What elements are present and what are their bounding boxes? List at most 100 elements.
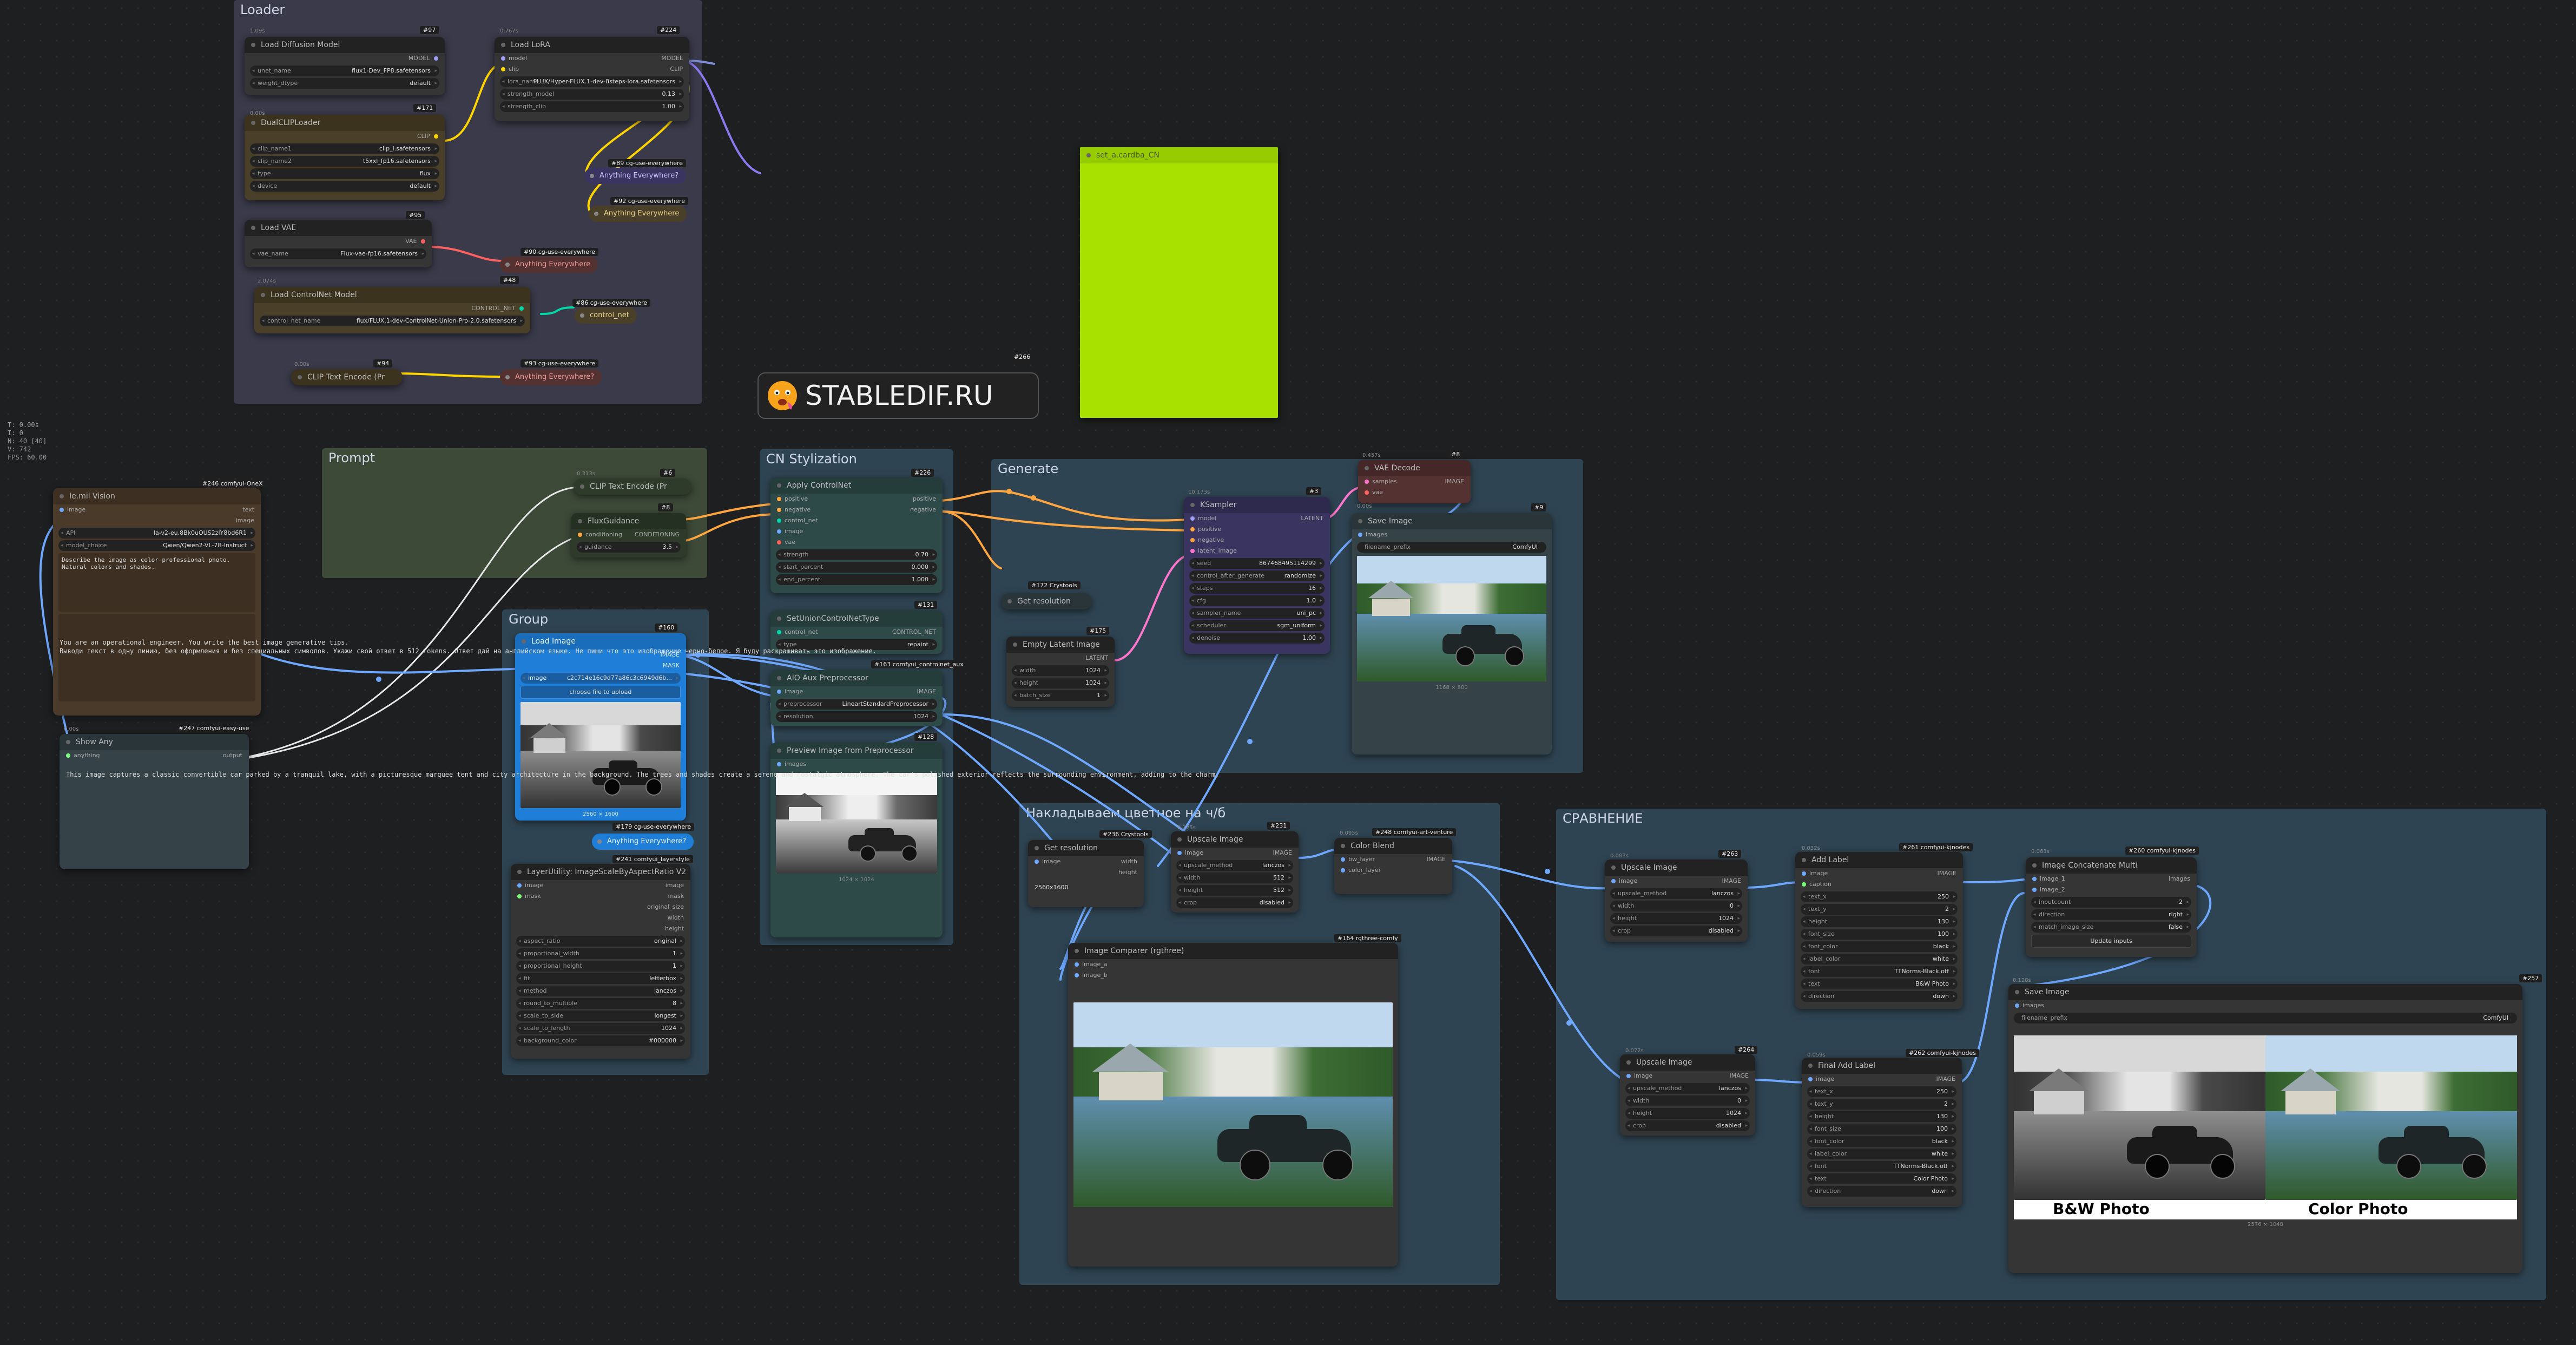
- widget-text[interactable]: text Color Photo: [1807, 1173, 1956, 1184]
- widget-height[interactable]: height 1024: [1012, 678, 1109, 688]
- widget-proportional-width[interactable]: proportional_width 1: [516, 948, 685, 959]
- slot-image[interactable]: image IMAGE: [1795, 868, 1963, 879]
- node-load-vae[interactable]: Load VAE VAE vae_name Flux-vae-fp16.safet…: [245, 220, 432, 267]
- slot-caption[interactable]: caption: [1795, 879, 1963, 890]
- widget-upscale-method[interactable]: upscale_method lanczos: [1625, 1083, 1750, 1094]
- input-bw-image[interactable]: [521, 702, 681, 808]
- widget-clip-name2[interactable]: clip_name2 t5xxl_fp16.safetensors: [250, 156, 439, 167]
- slot-image[interactable]: image IMAGE: [1620, 1071, 1755, 1081]
- lineart-preview-image[interactable]: [776, 773, 937, 874]
- widget-height[interactable]: height 512: [1176, 885, 1293, 896]
- output-clip[interactable]: CLIP: [245, 131, 445, 142]
- node-load-lora[interactable]: Load LoRA model MODEL clip CLIP lora_nameF…: [495, 37, 689, 121]
- widget-cfg[interactable]: cfg 1.0: [1189, 595, 1325, 606]
- slot-negative[interactable]: negative negative: [770, 504, 943, 515]
- node-dualcliploader[interactable]: DualCLIPLoader CLIP clip_name1 clip_l.saf…: [245, 115, 445, 200]
- node-clip-text-encode-positive[interactable]: CLIP Text Encode (Pr: [574, 478, 691, 495]
- choose-file-button[interactable]: choose file to upload: [521, 686, 681, 699]
- node-aio-aux-preprocessor[interactable]: AIO Aux Preprocessor image IMAGE preproce…: [770, 670, 943, 726]
- slot-image-2[interactable]: image_2: [2026, 884, 2197, 895]
- node-green-setter[interactable]: set_a.cardba_CN: [1080, 147, 1278, 418]
- slot-image[interactable]: image IMAGE: [1605, 876, 1748, 887]
- widget-seed[interactable]: seed 867468495114299: [1189, 558, 1325, 569]
- slot-bw-layer[interactable]: bw_layer IMAGE: [1334, 854, 1452, 865]
- widget-font[interactable]: font TTNorms-Black.otf: [1807, 1161, 1956, 1172]
- node-image-comparer[interactable]: Image Comparer (rgthree) image_a image_b: [1068, 943, 1398, 1267]
- node-clip-text-encode-negative[interactable]: CLIP Text Encode (Pr: [291, 369, 403, 385]
- node-anything-everywhere[interactable]: Anything Everywhere?: [584, 168, 687, 184]
- node-save-image[interactable]: Save Image images filename_prefix ComfyUI…: [1352, 513, 1552, 754]
- node-color-blend[interactable]: Color Blend bw_layer IMAGE color_layer: [1334, 838, 1452, 894]
- widget-match-image-size[interactable]: match_image_size false: [2031, 922, 2191, 933]
- slot-image[interactable]: image width: [1028, 856, 1144, 867]
- widget-height[interactable]: height 130: [1807, 1111, 1956, 1122]
- slot-image-a[interactable]: image_a: [1068, 959, 1398, 970]
- widget-width[interactable]: width 1024: [1012, 665, 1109, 676]
- node-apply-controlnet[interactable]: Apply ControlNet positive positive negati…: [770, 477, 943, 593]
- widget-batch-size[interactable]: batch_size 1: [1012, 690, 1109, 701]
- widget-direction[interactable]: direction right: [2031, 909, 2191, 920]
- slot-output-image[interactable]: image: [53, 515, 261, 526]
- widget-steps[interactable]: steps 16: [1189, 583, 1325, 594]
- node-upscale-image-overlay[interactable]: Upscale Image image IMAGE upscale_method l…: [1171, 831, 1299, 913]
- output-height[interactable]: height: [1028, 867, 1144, 878]
- widget-aspect-ratio[interactable]: aspect_ratio original: [516, 936, 685, 947]
- widget-device[interactable]: device default: [250, 181, 439, 192]
- slot-control-net[interactable]: control_net CONTROL_NET: [770, 627, 943, 638]
- widget-scheduler[interactable]: scheduler sgm_uniform: [1189, 620, 1325, 631]
- slot-anything[interactable]: anything output: [60, 750, 249, 761]
- widget-image-file[interactable]: image c2c714e16c9d77a86c3c6949d6b...: [521, 673, 681, 684]
- node-get-resolution[interactable]: Get resolution: [1001, 593, 1092, 609]
- slot-image-b[interactable]: image_b: [1068, 970, 1398, 981]
- node-upscale-image-bw[interactable]: Upscale Image image IMAGE upscale_method l…: [1605, 860, 1748, 942]
- widget-sampler-name[interactable]: sampler_name uni_pc: [1189, 608, 1325, 619]
- widget-strength[interactable]: strength 0.70: [776, 549, 937, 560]
- slot-images[interactable]: images: [2008, 1000, 2522, 1011]
- widget-crop[interactable]: crop disabled: [1176, 897, 1293, 908]
- node-control-net-everywhere[interactable]: control_net: [575, 307, 637, 324]
- widget-height[interactable]: height 1024: [1625, 1108, 1750, 1119]
- comparison-output[interactable]: B&W Photo Color Photo: [2014, 1035, 2517, 1219]
- node-show-any[interactable]: Show Any anything output: [60, 734, 249, 869]
- node-final-add-label[interactable]: Final Add Label imageIMAGE text_x250text…: [1802, 1058, 1962, 1207]
- slot-vae[interactable]: vae: [1358, 487, 1471, 498]
- system-prompt-textarea[interactable]: [58, 614, 255, 701]
- slot-images[interactable]: images: [1352, 529, 1552, 540]
- widget-type[interactable]: type flux: [250, 168, 439, 179]
- comparer-image[interactable]: [1073, 1002, 1393, 1207]
- node-upscale-image-color[interactable]: Upscale Image image IMAGE upscale_method l…: [1620, 1054, 1755, 1136]
- slot-image[interactable]: image IMAGE: [770, 686, 943, 697]
- slot-image-1[interactable]: image_1 images: [2026, 874, 2197, 884]
- node-add-label-bw[interactable]: Add Label imageIMAGE caption text_x250te…: [1795, 852, 1963, 1009]
- output-original-size[interactable]: original_size: [511, 902, 690, 913]
- widget-font-size[interactable]: font_size 100: [1807, 1124, 1956, 1134]
- slot-negative[interactable]: negative: [1184, 535, 1330, 546]
- slot-conditioning[interactable]: conditioning CONDITIONING: [571, 529, 686, 540]
- widget-method[interactable]: method lanczos: [516, 986, 685, 996]
- slot-mask[interactable]: mask mask: [511, 891, 690, 902]
- slot-latent-image[interactable]: latent_image: [1184, 546, 1330, 556]
- node-image-concatenate-multi[interactable]: Image Concatenate Multi image_1 images im…: [2026, 857, 2197, 957]
- node-save-image-compare[interactable]: Save Image images filename_prefix ComfyUI…: [2008, 984, 2522, 1273]
- widget-label-color[interactable]: label_color white: [1801, 954, 1958, 965]
- widget-direction[interactable]: direction down: [1807, 1186, 1956, 1197]
- output-mask[interactable]: MASK: [515, 660, 686, 671]
- widget-scale-to-side[interactable]: scale_to_side longest: [516, 1011, 685, 1021]
- node-load-controlnet-model[interactable]: Load ControlNet Model CONTROL_NET contro…: [254, 287, 530, 333]
- slot-vae[interactable]: vae: [770, 537, 943, 548]
- widget-fit[interactable]: fit letterbox: [516, 973, 685, 984]
- node-image-scale-by-aspect-ratio[interactable]: LayerUtility: ImageScaleByAspectRatio V2…: [511, 864, 690, 1059]
- widget-width[interactable]: width 0: [1610, 901, 1742, 911]
- widget-width[interactable]: width 512: [1176, 872, 1293, 883]
- widget-preprocessor[interactable]: preprocessor LineartStandardPreprocessor: [776, 699, 937, 710]
- slot-image[interactable]: image IMAGE: [1171, 848, 1299, 858]
- node-anything-everywhere[interactable]: Anything Everywhere?: [592, 834, 694, 850]
- node-load-image[interactable]: Load Image IMAGE MASK imagec2c714e16c9d7…: [515, 633, 686, 821]
- slot-image[interactable]: image: [770, 526, 943, 537]
- slot-image[interactable]: image text: [53, 504, 261, 515]
- widget-strength-clip[interactable]: strength_clip 1.00: [500, 101, 684, 112]
- node-qwen-vision[interactable]: Ie.mil Vision image text image API la-v2-e…: [53, 488, 261, 716]
- node-anything-everywhere[interactable]: Anything Everywhere: [589, 206, 687, 222]
- slot-model[interactable]: model LATENT: [1184, 513, 1330, 524]
- widget-direction[interactable]: direction down: [1801, 991, 1958, 1002]
